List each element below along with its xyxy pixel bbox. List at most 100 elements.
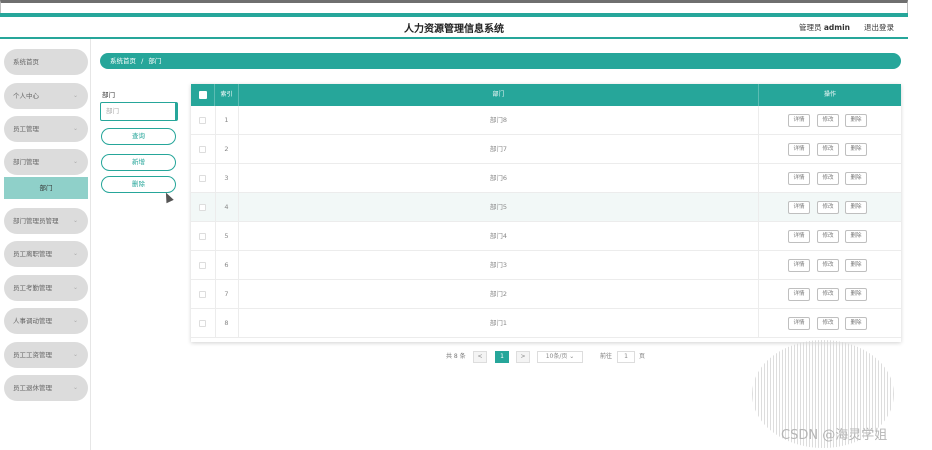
row-actions: 详情 修改 删除 [759,309,901,338]
edit-button[interactable]: 修改 [817,230,839,243]
breadcrumb-current: 部门 [148,57,162,65]
row-department: 部门1 [489,319,508,327]
chevron-down-icon: ⌄ [72,284,78,291]
detail-button[interactable]: 详情 [788,114,810,127]
delete-button[interactable]: 删除 [845,114,867,127]
row-department: 部门7 [489,145,508,153]
detail-button[interactable]: 详情 [788,259,810,272]
sidebar-item-label: 人事调动管理 [13,317,52,325]
row-index: 1 [224,116,229,124]
row-checkbox[interactable] [199,291,206,298]
table-row: 3 部门6 详情 修改 删除 [191,164,901,193]
mouse-cursor-icon [162,190,174,204]
breadcrumb: 系统首页 / 部门 [100,53,901,69]
row-index: 6 [224,261,229,269]
sidebar-item-resignation[interactable]: 员工离职管理 ⌄ [4,241,88,267]
row-checkbox[interactable] [199,175,206,182]
row-checkbox[interactable] [199,320,206,327]
chevron-down-icon: ⌄ [569,353,575,360]
sidebar-item-salary[interactable]: 员工工资管理 ⌄ [4,342,88,368]
chevron-down-icon: ⌄ [72,351,78,358]
sidebar-item-label: 部门管理 [13,158,39,166]
select-all-checkbox[interactable] [199,91,207,99]
sidebar-item-transfer[interactable]: 人事调动管理 ⌄ [4,308,88,334]
department-search-input[interactable]: 部门 [100,102,178,121]
row-actions: 详情 修改 删除 [759,280,901,309]
detail-button[interactable]: 详情 [788,172,810,185]
delete-button[interactable]: 删除 [845,288,867,301]
row-actions: 详情 修改 删除 [759,164,901,193]
delete-button[interactable]: 删除 [845,143,867,156]
logout-link[interactable]: 退出登录 [864,22,894,33]
breadcrumb-separator: / [141,57,144,65]
edit-button[interactable]: 修改 [817,114,839,127]
row-checkbox[interactable] [199,117,206,124]
row-checkbox[interactable] [199,146,206,153]
watermark: CSDN @海灵学姐 [781,428,888,443]
detail-button[interactable]: 详情 [788,201,810,214]
row-index: 7 [224,290,229,298]
row-index: 5 [224,232,229,240]
chevron-down-icon: ⌄ [72,125,78,132]
table-row: 6 部门3 详情 修改 删除 [191,251,901,280]
sidebar-item-dept-admins[interactable]: 部门管理员管理 ⌄ [4,208,88,234]
query-button[interactable]: 查询 [101,128,176,145]
admin-name: admin [823,23,850,32]
chevron-down-icon: ⌄ [72,384,78,391]
chevron-down-icon: ⌄ [72,217,78,224]
row-index: 2 [224,145,229,153]
row-actions: 详情 修改 删除 [759,222,901,251]
department-table: 索引 部门 操作 1 部门8 详情 修改 删除 2 部门7 详情 修改 删除 3 部门6 详情 修改 删除 4… [191,84,901,342]
sidebar-subitem-department[interactable]: 部门 [4,177,88,199]
edit-button[interactable]: 修改 [817,259,839,272]
delete-button[interactable]: 删除 [845,172,867,185]
edit-button[interactable]: 修改 [817,172,839,185]
batch-delete-button[interactable]: 删除 [101,176,176,193]
edit-button[interactable]: 修改 [817,143,839,156]
row-actions: 详情 修改 删除 [759,135,901,164]
admin-role: 管理员 [798,23,822,32]
detail-button[interactable]: 详情 [788,288,810,301]
detail-button[interactable]: 详情 [788,143,810,156]
current-page-button[interactable]: 1 [495,351,509,363]
goto-page-input[interactable]: 1 [617,351,635,363]
table-row: 4 部门5 详情 修改 删除 [191,193,901,222]
delete-button[interactable]: 删除 [845,259,867,272]
sidebar-item-label: 员工工资管理 [13,351,52,359]
delete-button[interactable]: 删除 [845,230,867,243]
page-size-select[interactable]: 10条/页 ⌄ [537,351,583,363]
next-page-button[interactable]: > [516,351,530,363]
header-department: 部门 [239,84,759,106]
table-row: 5 部门4 详情 修改 删除 [191,222,901,251]
row-index: 8 [224,319,229,327]
row-checkbox[interactable] [199,262,206,269]
sidebar-item-label: 员工考勤管理 [13,284,52,292]
add-button[interactable]: 新增 [101,154,176,171]
sidebar-item-home[interactable]: 系统首页 [4,49,88,75]
delete-button[interactable]: 删除 [845,201,867,214]
row-department: 部门5 [489,203,508,211]
detail-button[interactable]: 详情 [788,317,810,330]
sidebar-item-attendance[interactable]: 员工考勤管理 ⌄ [4,275,88,301]
sidebar-item-retirement[interactable]: 员工退休管理 ⌄ [4,375,88,401]
sidebar-item-employees[interactable]: 员工管理 ⌄ [4,116,88,142]
row-checkbox[interactable] [199,233,206,240]
breadcrumb-home[interactable]: 系统首页 [110,57,136,65]
sidebar-item-departments[interactable]: 部门管理 ⌄ [4,149,88,175]
header-actions: 操作 [823,91,836,98]
row-index: 4 [224,203,229,211]
pagination-total: 共 8 条 [446,353,466,360]
admin-info: 管理员 admin [799,22,850,33]
prev-page-button[interactable]: < [473,351,487,363]
delete-button[interactable]: 删除 [845,317,867,330]
edit-button[interactable]: 修改 [817,317,839,330]
edit-button[interactable]: 修改 [817,288,839,301]
row-checkbox[interactable] [199,204,206,211]
row-actions: 详情 修改 删除 [759,251,901,280]
detail-button[interactable]: 详情 [788,230,810,243]
table-header: 索引 部门 操作 [191,84,901,106]
sidebar-item-label: 员工退休管理 [13,384,52,392]
edit-button[interactable]: 修改 [817,201,839,214]
header-index: 索引 [215,84,239,106]
sidebar-item-profile[interactable]: 个人中心 ⌄ [4,83,88,109]
